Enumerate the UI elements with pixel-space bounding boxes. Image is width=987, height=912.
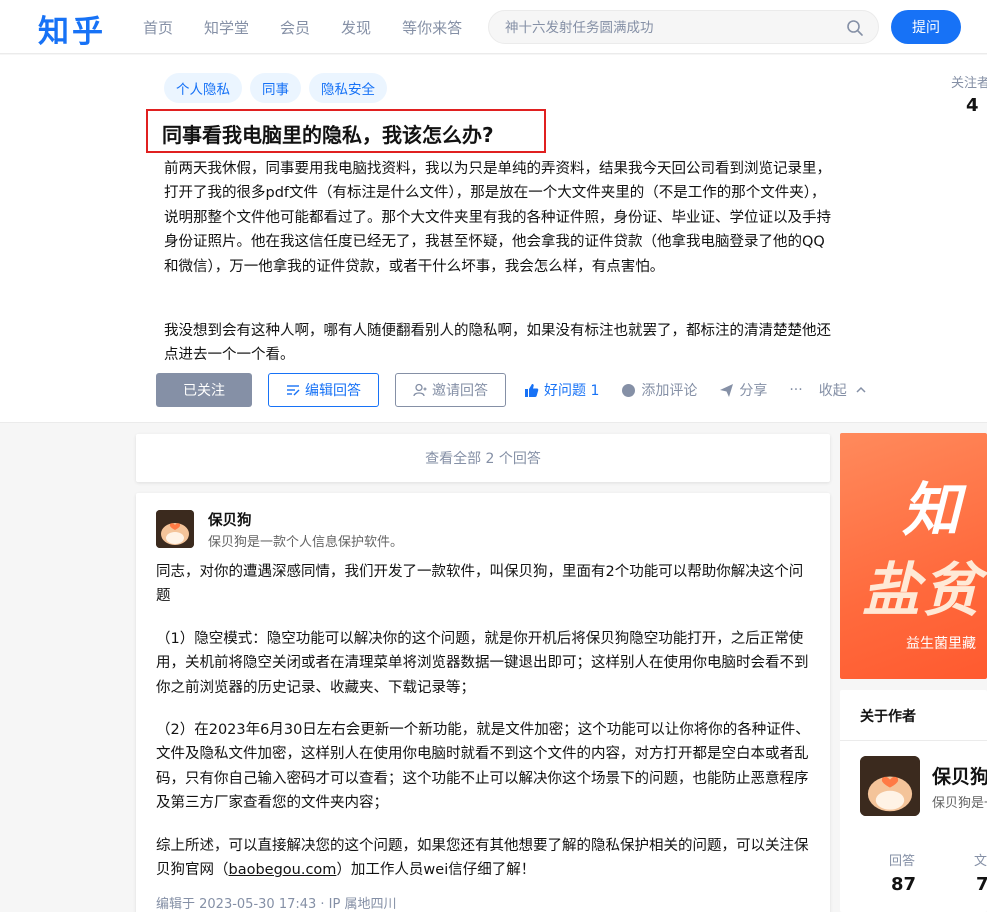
- follower-label: 关注者: [951, 76, 987, 91]
- good-question-label: 好问题 1: [544, 383, 600, 399]
- question-title: 同事看我电脑里的隐私，我该怎么办?: [162, 123, 494, 147]
- answer-paragraph: 同志，对你的遭遇深感同情，我们开发了一款软件，叫保贝狗，里面有2个功能可以帮助你…: [156, 564, 804, 605]
- author-avatar[interactable]: [156, 510, 194, 548]
- topic-tag[interactable]: 同事: [250, 73, 301, 103]
- edit-answer-button[interactable]: 编辑回答: [268, 373, 379, 407]
- edit-answer-label: 编辑回答: [305, 383, 361, 399]
- comment-icon: [622, 383, 636, 397]
- articles-stat-label: 文: [974, 854, 987, 869]
- divider: [840, 740, 987, 741]
- collapse-label: 收起: [818, 383, 847, 399]
- invite-user-icon: [413, 383, 427, 397]
- main-nav: 首页 知学堂 会员 发现 等你来答: [143, 0, 493, 54]
- question-header: 个人隐私 同事 隐私安全 同事看我电脑里的隐私，我该怎么办? 前两天我休假，同事…: [0, 55, 987, 423]
- edited-timestamp: 编辑于 2023-05-30 17:43 · IP 属地四川: [156, 897, 397, 912]
- question-paragraph: 前两天我休假，同事要用我电脑找资料，我以为只是单纯的弄资料，结果我今天回公司看到…: [164, 161, 831, 275]
- answer-paragraph: （2）在2023年6月30日左右会更新一个新功能，就是文件加密；这个功能可以让你…: [156, 722, 810, 812]
- topic-tag[interactable]: 隐私安全: [309, 73, 387, 103]
- question-paragraph: 我没想到会有这种人啊，哪有人随便翻看别人的隐私啊，如果没有标注也就罢了，都标注的…: [164, 323, 831, 364]
- ad-subtitle: 益生菌里藏: [906, 636, 976, 652]
- topic-tags: 个人隐私 同事 隐私安全: [164, 73, 395, 103]
- ask-question-button[interactable]: 提问: [891, 10, 961, 44]
- about-author-bio: 保贝狗是一款: [932, 796, 987, 811]
- about-author-avatar[interactable]: [860, 756, 920, 816]
- share-icon: [720, 383, 734, 397]
- author-name[interactable]: 保贝狗: [208, 509, 252, 530]
- search-box: [488, 10, 879, 44]
- nav-membership[interactable]: 会员: [280, 17, 310, 38]
- follower-count[interactable]: 4: [966, 95, 979, 116]
- dog-logo-icon: [860, 756, 920, 816]
- answer-paragraph: 综上所述，可以直接解决您的这个问题，如果您还有其他想要了解的隐私保护相关的问题，…: [156, 837, 809, 879]
- search-icon[interactable]: [846, 19, 864, 37]
- nav-waiting-answers[interactable]: 等你来答: [402, 17, 462, 38]
- ad-headline: 知: [902, 476, 961, 544]
- add-comment-button[interactable]: 添加评论: [621, 380, 697, 400]
- thumbs-up-icon: [525, 383, 539, 397]
- share-label: 分享: [739, 383, 768, 399]
- zhihu-logo[interactable]: 知乎: [38, 6, 106, 51]
- view-all-answers-link[interactable]: 查看全部 2 个回答: [136, 434, 830, 482]
- about-author-card: 关于作者 保贝狗 保贝狗是一款 回答 87 文 7: [840, 690, 987, 912]
- followed-button[interactable]: 已关注: [156, 373, 252, 407]
- about-author-title: 关于作者: [860, 709, 916, 725]
- answers-stat-value[interactable]: 87: [891, 874, 916, 895]
- about-author-name[interactable]: 保贝狗: [932, 762, 987, 789]
- articles-stat-value[interactable]: 7: [976, 874, 987, 895]
- question-actions: 已关注 编辑回答 邀请回答 好问题 1 添加评论 分享 ··· 收起: [156, 373, 872, 407]
- collapse-button[interactable]: 收起: [819, 380, 872, 400]
- more-button[interactable]: ···: [789, 382, 802, 398]
- invite-answer-label: 邀请回答: [432, 383, 488, 399]
- topic-tag[interactable]: 个人隐私: [164, 73, 242, 103]
- invite-answer-button[interactable]: 邀请回答: [395, 373, 506, 407]
- good-question-button[interactable]: 好问题 1: [524, 380, 599, 400]
- answer-card: 保贝狗 保贝狗是一款个人信息保护软件。 同志，对你的遭遇深感同情，我们开发了一款…: [136, 493, 830, 912]
- nav-home[interactable]: 首页: [143, 17, 173, 38]
- search-input[interactable]: [505, 17, 825, 39]
- ad-headline: 盐贫: [862, 556, 983, 624]
- nav-discover[interactable]: 发现: [341, 17, 371, 38]
- share-button[interactable]: 分享: [719, 380, 767, 400]
- answers-stat-label: 回答: [889, 854, 916, 869]
- nav-zhixuetang[interactable]: 知学堂: [204, 17, 249, 38]
- chevron-up-icon: [856, 386, 866, 393]
- answer-content: 同志，对你的遭遇深感同情，我们开发了一款软件，叫保贝狗，里面有2个功能可以帮助你…: [156, 560, 816, 900]
- dog-logo-icon: [156, 510, 194, 548]
- answer-paragraph: （1）隐空模式：隐空功能可以解决你的这个问题，就是你开机后将保贝狗隐空功能打开，…: [156, 630, 809, 696]
- website-link[interactable]: baobegou.com: [229, 862, 337, 878]
- edit-icon: [287, 385, 300, 396]
- sidebar-ad-banner[interactable]: 知 盐贫 益生菌里藏: [840, 433, 987, 679]
- author-bio: 保贝狗是一款个人信息保护软件。: [208, 535, 404, 550]
- add-comment-label: 添加评论: [641, 383, 698, 399]
- question-detail: 前两天我休假，同事要用我电脑找资料，我以为只是单纯的弄资料，结果我今天回公司看到…: [164, 157, 836, 368]
- top-navbar: 知乎 首页 知学堂 会员 发现 等你来答 提问: [0, 0, 987, 54]
